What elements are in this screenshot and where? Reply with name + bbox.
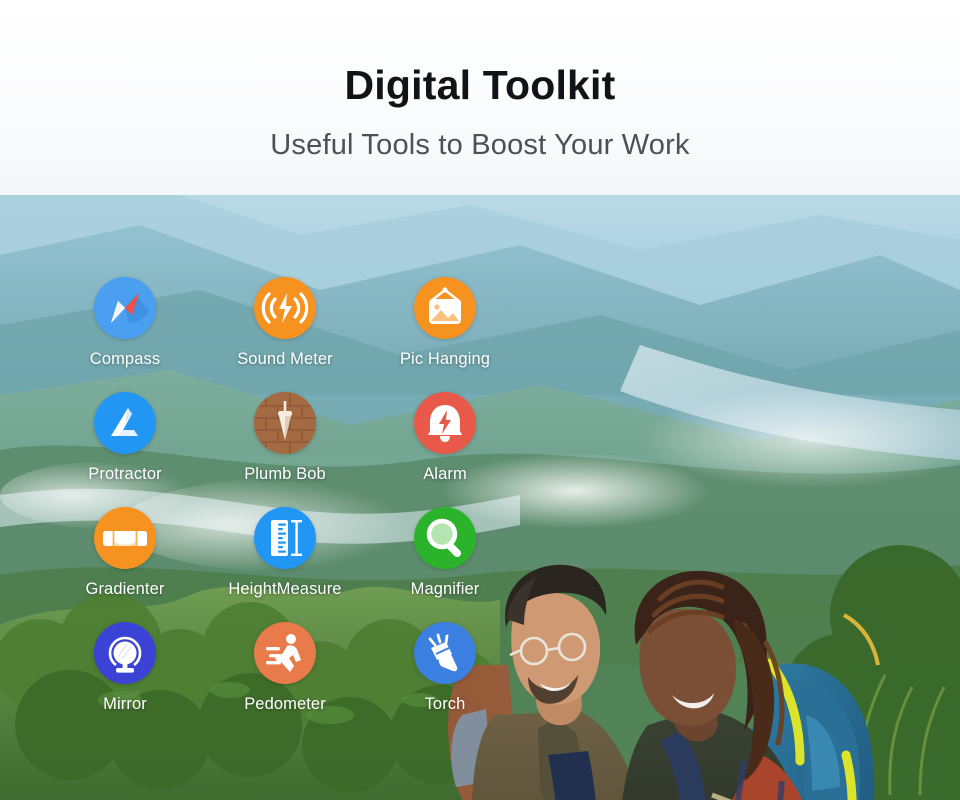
gradienter-icon[interactable] [94,507,156,569]
tool-item-pedometer[interactable]: Pedometer [205,622,365,737]
tool-label: Mirror [103,695,147,713]
compass-icon[interactable] [94,277,156,339]
tool-label: Plumb Bob [244,465,326,483]
tool-item-protractor[interactable]: Protractor [45,392,205,507]
tool-item-sound-meter[interactable]: Sound Meter [205,277,365,392]
tool-label: Protractor [88,465,162,483]
tool-label: Compass [89,350,161,368]
tool-label: Sound Meter [237,350,333,368]
pic-hanging-icon[interactable] [414,277,476,339]
mirror-icon[interactable] [94,622,156,684]
header: Digital Toolkit Useful Tools to Boost Yo… [0,0,960,195]
height-measure-icon[interactable] [254,507,316,569]
alarm-bell-icon[interactable] [414,392,476,454]
sound-meter-icon[interactable] [254,277,316,339]
tool-item-pic-hanging[interactable]: Pic Hanging [365,277,525,392]
tool-label: HeightMeasure [228,580,342,598]
tool-item-magnifier[interactable]: Magnifier [365,507,525,622]
tool-item-compass[interactable]: Compass [45,277,205,392]
tool-label: Magnifier [410,580,480,598]
tool-item-plumb-bob[interactable]: Plumb Bob [205,392,365,507]
torch-icon[interactable] [414,622,476,684]
tool-item-alarm[interactable]: Alarm [365,392,525,507]
tool-label: Torch [424,695,466,713]
tool-label: Alarm [423,465,467,483]
plumb-bob-icon[interactable] [254,392,316,454]
tool-grid: Compass Sound Meter Pic Hanging Protract… [45,195,585,800]
tool-item-gradienter[interactable]: Gradienter [45,507,205,622]
page-title: Digital Toolkit [344,62,616,108]
magnifier-icon[interactable] [414,507,476,569]
tool-item-mirror[interactable]: Mirror [45,622,205,737]
tool-item-height-measure[interactable]: HeightMeasure [205,507,365,622]
pedometer-icon[interactable] [254,622,316,684]
tool-label: Pic Hanging [399,350,491,368]
tool-label: Gradienter [85,580,165,598]
tool-label: Pedometer [244,695,326,713]
page-subtitle: Useful Tools to Boost Your Work [270,129,690,162]
promo-banner: Digital Toolkit Useful Tools to Boost Yo… [0,0,960,800]
protractor-icon[interactable] [94,392,156,454]
tool-item-torch[interactable]: Torch [365,622,525,737]
